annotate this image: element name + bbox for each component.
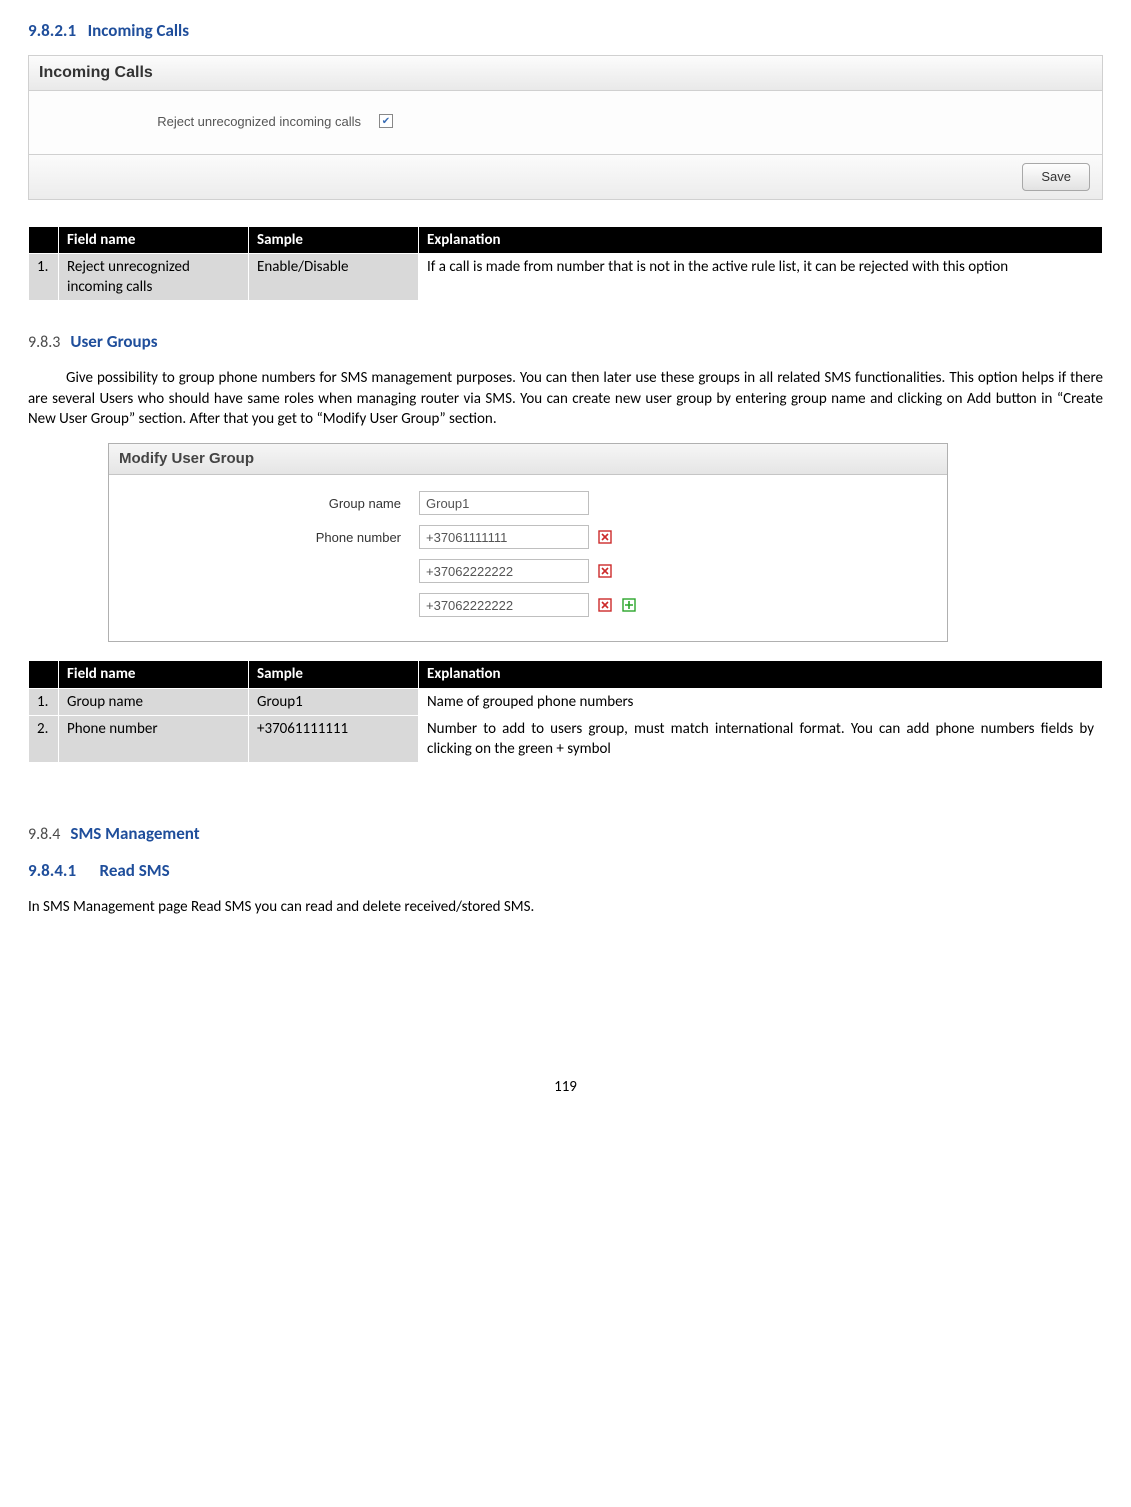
panel-header: Incoming Calls [29,56,1102,91]
heading-9-8-4-1: 9.8.4.1 Read SMS [28,860,1103,883]
th-num [29,226,59,253]
delete-icon[interactable] [597,529,613,545]
table-row: 1. Group name Group1 Name of grouped pho… [29,688,1103,715]
cell-sample: Group1 [249,688,419,715]
form-row-reject: Reject unrecognized incoming calls [49,113,1082,131]
heading-title: Read SMS [100,860,170,883]
delete-icon[interactable] [597,597,613,613]
th-sample: Sample [249,226,419,253]
form-row-phone-1: Phone number [129,525,927,549]
phone-input[interactable] [419,559,589,583]
table-row: 1. Reject unrecognized incoming calls En… [29,253,1103,301]
save-button[interactable]: Save [1022,163,1090,191]
heading-number: 9.8.3 [28,332,60,354]
panel-body: Reject unrecognized incoming calls [29,91,1102,155]
panel-footer: Save [29,154,1102,199]
phone-input[interactable] [419,525,589,549]
heading-title: SMS Management [70,823,199,846]
user-groups-paragraph: Give possibility to group phone numbers … [28,368,1103,429]
modify-user-group-panel: Modify User Group Group name Phone numbe… [108,443,948,642]
delete-icon[interactable] [597,563,613,579]
table-row: 2. Phone number +37061111111 Number to a… [29,715,1103,763]
cell-num: 2. [29,715,59,763]
cell-expl: Name of grouped phone numbers [419,688,1103,715]
panel-header: Modify User Group [109,444,947,475]
cell-field: Phone number [59,715,249,763]
incoming-calls-field-table: Field name Sample Explanation 1. Reject … [28,226,1103,302]
cell-expl: Number to add to users group, must match… [419,715,1103,763]
group-name-input[interactable] [419,491,589,515]
heading-title: User Groups [70,331,157,354]
heading-number: 9.8.2.1 [28,20,76,41]
heading-9-8-2-1: 9.8.2.1 Incoming Calls [28,20,1103,43]
form-row-phone-3 [129,593,927,617]
cell-expl: If a call is made from number that is no… [419,253,1103,301]
form-row-group-name: Group name [129,491,927,515]
th-num [29,661,59,688]
th-sample: Sample [249,661,419,688]
heading-number: 9.8.4.1 [28,860,76,883]
reject-label: Reject unrecognized incoming calls [49,113,379,131]
th-expl: Explanation [419,226,1103,253]
cell-field: Reject unrecognized incoming calls [59,253,249,301]
cell-sample: +37061111111 [249,715,419,763]
table-header-row: Field name Sample Explanation [29,226,1103,253]
th-expl: Explanation [419,661,1103,688]
read-sms-paragraph: In SMS Management page Read SMS you can … [28,897,1103,917]
panel-body: Group name Phone number [109,475,947,641]
cell-num: 1. [29,253,59,301]
table-header-row: Field name Sample Explanation [29,661,1103,688]
phone-label: Phone number [129,529,419,547]
add-icon[interactable] [621,597,637,613]
heading-9-8-3: 9.8.3 User Groups [28,331,1103,354]
page-number: 119 [28,1077,1103,1097]
user-group-field-table: Field name Sample Explanation 1. Group n… [28,660,1103,763]
heading-9-8-4: 9.8.4 SMS Management [28,823,1103,846]
cell-num: 1. [29,688,59,715]
phone-input[interactable] [419,593,589,617]
th-field: Field name [59,661,249,688]
reject-checkbox[interactable] [379,114,393,128]
cell-field: Group name [59,688,249,715]
heading-number: 9.8.4 [28,824,60,846]
heading-title: Incoming Calls [88,20,189,41]
group-name-label: Group name [129,495,419,513]
form-row-phone-2 [129,559,927,583]
incoming-calls-panel: Incoming Calls Reject unrecognized incom… [28,55,1103,200]
cell-sample: Enable/Disable [249,253,419,301]
th-field: Field name [59,226,249,253]
